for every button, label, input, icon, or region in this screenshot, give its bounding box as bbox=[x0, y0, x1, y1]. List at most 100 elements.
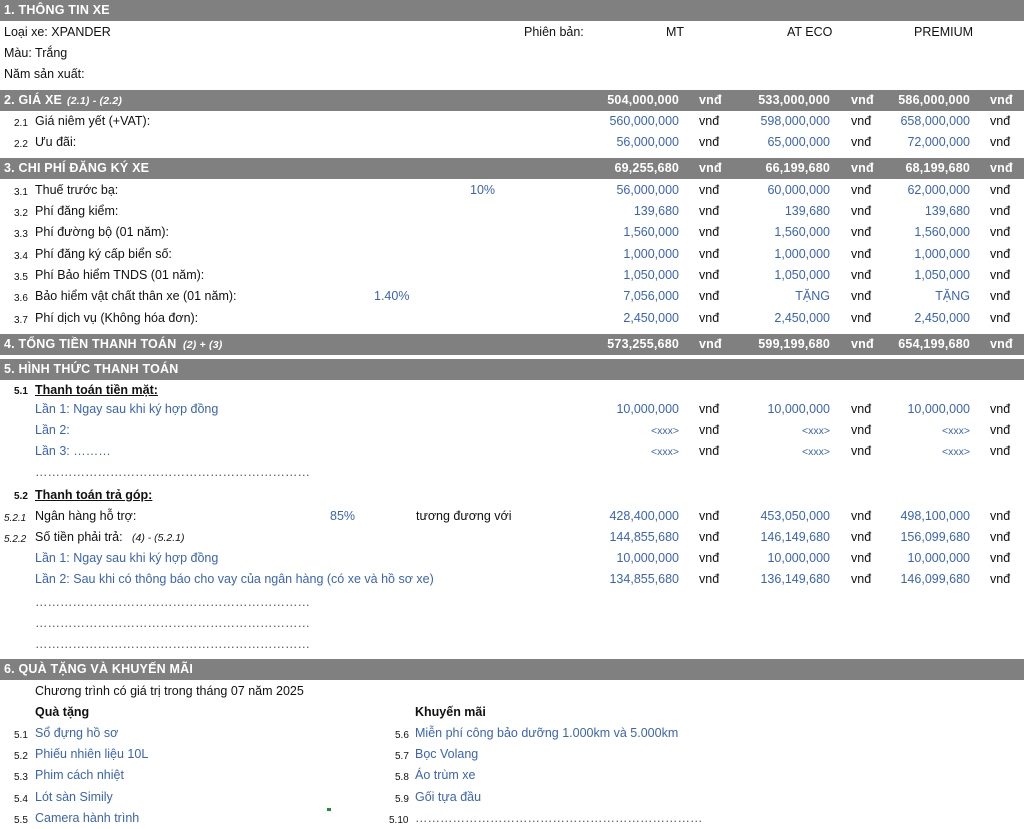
value-mt: 56,000,000 bbox=[616, 183, 679, 197]
currency: vnđ bbox=[699, 268, 720, 282]
installment-row: Lần 2: Sau khi có thông báo cho vay của … bbox=[0, 569, 1024, 590]
fee-row: 3.3 Phí đường bộ (01 năm): 1,560,000 vnđ… bbox=[0, 222, 1024, 243]
value-mt: 560,000,000 bbox=[609, 114, 679, 128]
row-label: Lần 3: ……… bbox=[35, 444, 111, 458]
dotted-row: ………………………………………………………… bbox=[0, 634, 1024, 655]
value-premium: 156,099,680 bbox=[900, 530, 970, 544]
currency: vnđ bbox=[851, 183, 872, 197]
cash-header-row: 5.1 Thanh toán tiền mặt: bbox=[0, 380, 1024, 401]
row-label: Lần 2: bbox=[35, 423, 70, 437]
currency: vnđ bbox=[699, 551, 720, 565]
row-number: 5.2.2 bbox=[4, 534, 27, 545]
section-3-header: 3. CHI PHÍ ĐĂNG KÝ XE 69,255,680 vnđ 66,… bbox=[0, 158, 1024, 179]
value-premium: 62,000,000 bbox=[907, 183, 970, 197]
row-label: Ngân hàng hỗ trợ: bbox=[35, 509, 137, 523]
grand-total-ateco: 599,199,680 bbox=[758, 337, 830, 351]
version-at-eco: AT ECO bbox=[787, 25, 833, 39]
value-mt: 144,855,680 bbox=[609, 530, 679, 544]
currency: vnđ bbox=[990, 93, 1013, 107]
currency: vnđ bbox=[990, 247, 1011, 261]
payable-formula: (4) - (5.2.1) bbox=[132, 532, 185, 544]
section-2-title: 2. GIÁ XE bbox=[4, 93, 63, 107]
row-label: Phí Bảo hiểm TNDS (01 năm): bbox=[35, 268, 205, 282]
currency: vnđ bbox=[990, 225, 1011, 239]
currency: vnđ bbox=[851, 135, 872, 149]
row-label: Phí đăng kiểm: bbox=[35, 204, 119, 218]
price-row: 2.2 Ưu đãi: 56,000,000 vnđ 65,000,000 vn… bbox=[0, 132, 1024, 153]
section-2-total-mt: 504,000,000 bbox=[607, 93, 679, 107]
row-number: 3.2 bbox=[14, 208, 28, 219]
value-premium: 1,050,000 bbox=[914, 268, 970, 282]
currency: vnđ bbox=[699, 225, 720, 239]
value-ateco: 139,680 bbox=[784, 204, 830, 218]
row-number: 5.1 bbox=[14, 386, 28, 397]
gift-headers-row: Quà tặng Khuyến mãi bbox=[0, 702, 1024, 723]
currency: vnđ bbox=[851, 530, 872, 544]
value-premium: 498,100,000 bbox=[900, 509, 970, 523]
currency: vnđ bbox=[699, 423, 720, 437]
row-number: 3.1 bbox=[14, 187, 28, 198]
currency: vnđ bbox=[851, 551, 872, 565]
currency: vnđ bbox=[851, 247, 872, 261]
value-ateco: 598,000,000 bbox=[760, 114, 830, 128]
row-number: 3.6 bbox=[14, 293, 28, 304]
row-label: Bảo hiểm vật chất thân xe (01 năm): bbox=[35, 289, 237, 303]
currency: vnđ bbox=[699, 183, 720, 197]
installment-title: Thanh toán trả góp: bbox=[35, 488, 153, 502]
value-mt: 428,400,000 bbox=[609, 509, 679, 523]
currency: vnđ bbox=[851, 289, 872, 303]
row-number: 5.10 bbox=[389, 815, 409, 826]
currency: vnđ bbox=[990, 289, 1011, 303]
currency: vnđ bbox=[990, 402, 1011, 416]
row-number: 5.2 bbox=[14, 491, 28, 502]
value-mt: 10,000,000 bbox=[616, 402, 679, 416]
currency: vnđ bbox=[851, 423, 872, 437]
row-label: Phí đăng ký cấp biển số: bbox=[35, 247, 172, 261]
value-mt: 1,000,000 bbox=[623, 247, 679, 261]
currency: vnđ bbox=[699, 247, 720, 261]
currency: vnđ bbox=[699, 135, 720, 149]
installment-header-row: 5.2 Thanh toán trả góp: bbox=[0, 485, 1024, 506]
promo-note-row: Chương trình có giá trị trong tháng 07 n… bbox=[0, 681, 1024, 702]
row-number: 5.1 bbox=[14, 730, 28, 741]
value-mt: <xxx> bbox=[650, 425, 679, 437]
currency: vnđ bbox=[990, 423, 1011, 437]
section-6-title: 6. QUÀ TẶNG VÀ KHUYẾN MÃI bbox=[4, 662, 194, 676]
fee-row: 3.2 Phí đăng kiểm: 139,680 vnđ 139,680 v… bbox=[0, 201, 1024, 222]
row-label: Lần 1: Ngay sau khi ký hợp đồng bbox=[35, 551, 219, 565]
promo-item: Miễn phí công bảo dưỡng 1.000km và 5.000… bbox=[415, 726, 679, 740]
value-ateco: 2,450,000 bbox=[774, 311, 830, 325]
currency: vnđ bbox=[851, 337, 874, 351]
dotted-line: ………………………………………………………… bbox=[35, 637, 310, 651]
dotted-line: ………………………………………………………… bbox=[35, 595, 310, 609]
dotted-row: ………………………………………………………… bbox=[0, 592, 1024, 613]
promo-item: Áo trùm xe bbox=[415, 768, 476, 782]
row-number: 3.5 bbox=[14, 272, 28, 283]
value-mt: 134,855,680 bbox=[609, 572, 679, 586]
value-premium: <xxx> bbox=[941, 425, 970, 437]
promo-item: Bọc Volang bbox=[415, 747, 479, 761]
gift-item: Lót sàn Simily bbox=[35, 790, 113, 804]
currency: vnđ bbox=[699, 337, 722, 351]
value-ateco: <xxx> bbox=[801, 446, 830, 458]
value-mt: 2,450,000 bbox=[623, 311, 679, 325]
section-1-title: 1. THÔNG TIN XE bbox=[4, 3, 110, 17]
value-ateco: 1,000,000 bbox=[774, 247, 830, 261]
dotted-line: ………………………………………………………… bbox=[35, 465, 310, 479]
value-ateco: <xxx> bbox=[801, 425, 830, 437]
currency: vnđ bbox=[699, 444, 720, 458]
car-type-label: Loại xe: XPANDER bbox=[4, 25, 111, 39]
currency: vnđ bbox=[990, 268, 1011, 282]
currency: vnđ bbox=[990, 183, 1011, 197]
section-5-title: 5. HÌNH THỨC THANH TOÁN bbox=[4, 362, 179, 376]
version-premium: PREMIUM bbox=[914, 25, 974, 39]
value-ateco: 1,050,000 bbox=[774, 268, 830, 282]
currency: vnđ bbox=[851, 93, 874, 107]
value-premium: 72,000,000 bbox=[907, 135, 970, 149]
currency: vnđ bbox=[990, 135, 1011, 149]
value-premium: 1,000,000 bbox=[914, 247, 970, 261]
cash-title: Thanh toán tiền mặt: bbox=[35, 383, 158, 397]
value-ateco: 453,050,000 bbox=[760, 509, 830, 523]
currency: vnđ bbox=[990, 530, 1011, 544]
row-label: Ưu đãi: bbox=[35, 135, 77, 149]
